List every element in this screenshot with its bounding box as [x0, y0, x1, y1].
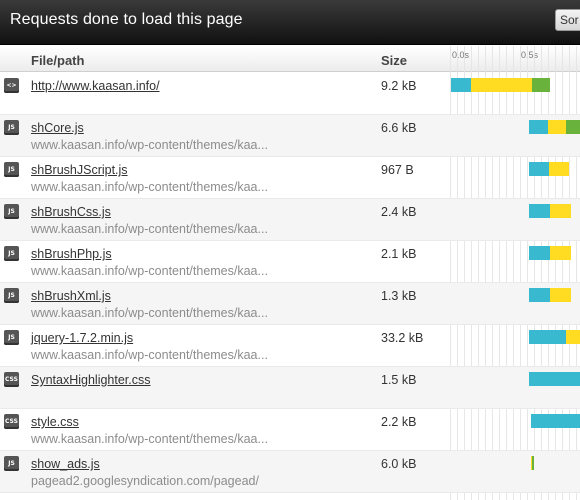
request-size: 6.0 kB: [381, 457, 417, 471]
request-list: <> http://www.kaasan.info/ 9.2 kB JS shC…: [0, 73, 580, 500]
request-host: www.kaasan.info/wp-content/themes/kaa...: [31, 222, 268, 236]
window-title: Requests done to load this page: [10, 11, 243, 28]
request-row[interactable]: JS shBrushCss.js www.kaasan.info/wp-cont…: [0, 199, 580, 241]
request-size: 1.3 kB: [381, 289, 417, 303]
request-host: www.kaasan.info/wp-content/themes/kaa...: [31, 138, 268, 152]
request-file-link[interactable]: shBrushJScript.js: [31, 163, 128, 177]
js-file-icon: JS: [4, 330, 19, 345]
js-file-icon: JS: [4, 288, 19, 303]
request-row[interactable]: JS shCore.js www.kaasan.info/wp-content/…: [0, 115, 580, 157]
column-header: File/path Size 0.0s 0.5s: [0, 46, 580, 72]
css-file-icon: CSS: [4, 372, 19, 387]
request-size: 1.5 kB: [381, 373, 417, 387]
request-row[interactable]: CSS SyntaxHighlighter.css 1.5 kB: [0, 367, 580, 409]
request-row[interactable]: JS shBrushPhp.js www.kaasan.info/wp-cont…: [0, 241, 580, 283]
request-host: www.kaasan.info/wp-content/themes/kaa...: [31, 348, 268, 362]
request-size: 2.4 kB: [381, 205, 417, 219]
request-file-link[interactable]: shBrushPhp.js: [31, 247, 112, 261]
request-row[interactable]: JS show_ads.js pagead2.googlesyndication…: [0, 451, 580, 493]
file-path-column-header[interactable]: File/path: [31, 53, 84, 68]
request-host: www.kaasan.info/wp-content/themes/kaa...: [31, 306, 268, 320]
request-row[interactable]: JS shBrushXml.js www.kaasan.info/wp-cont…: [0, 283, 580, 325]
request-size: 33.2 kB: [381, 331, 424, 345]
request-row[interactable]: <> http://www.kaasan.info/ 9.2 kB: [0, 73, 580, 115]
html-file-icon: <>: [4, 78, 19, 93]
sort-button[interactable]: Sor: [555, 9, 580, 31]
request-host: pagead2.googlesyndication.com/pagead/: [31, 474, 259, 488]
js-file-icon: JS: [4, 120, 19, 135]
request-row[interactable]: JS shBrushJScript.js www.kaasan.info/wp-…: [0, 157, 580, 199]
request-file-link[interactable]: show_ads.js: [31, 457, 100, 471]
request-row[interactable]: JS jquery-1.7.2.min.js www.kaasan.info/w…: [0, 325, 580, 367]
request-row[interactable]: CSS style.css www.kaasan.info/wp-content…: [0, 409, 580, 451]
request-file-link[interactable]: shBrushCss.js: [31, 205, 111, 219]
size-column-header[interactable]: Size: [381, 53, 407, 68]
timeline-tick-label: 0.0s: [452, 50, 470, 60]
title-bar: Requests done to load this page Sor: [0, 0, 580, 45]
request-host: www.kaasan.info/wp-content/themes/kaa...: [31, 180, 268, 194]
request-host: www.kaasan.info/wp-content/themes/kaa...: [31, 432, 268, 446]
timeline-tick-label: 0.5s: [521, 50, 539, 60]
request-file-link[interactable]: SyntaxHighlighter.css: [31, 373, 151, 387]
request-file-link[interactable]: style.css: [31, 415, 79, 429]
js-file-icon: JS: [4, 246, 19, 261]
request-size: 9.2 kB: [381, 79, 417, 93]
css-file-icon: CSS: [4, 414, 19, 429]
request-file-link[interactable]: shCore.js: [31, 121, 84, 135]
request-url-link[interactable]: http://www.kaasan.info/: [31, 79, 160, 93]
request-size: 6.6 kB: [381, 121, 417, 135]
js-file-icon: JS: [4, 162, 19, 177]
request-size: 2.2 kB: [381, 415, 417, 429]
request-file-link[interactable]: shBrushXml.js: [31, 289, 111, 303]
request-host: www.kaasan.info/wp-content/themes/kaa...: [31, 264, 268, 278]
request-size: 967 B: [381, 163, 414, 177]
request-size: 2.1 kB: [381, 247, 417, 261]
request-file-link[interactable]: jquery-1.7.2.min.js: [31, 331, 133, 345]
js-file-icon: JS: [4, 456, 19, 471]
js-file-icon: JS: [4, 204, 19, 219]
